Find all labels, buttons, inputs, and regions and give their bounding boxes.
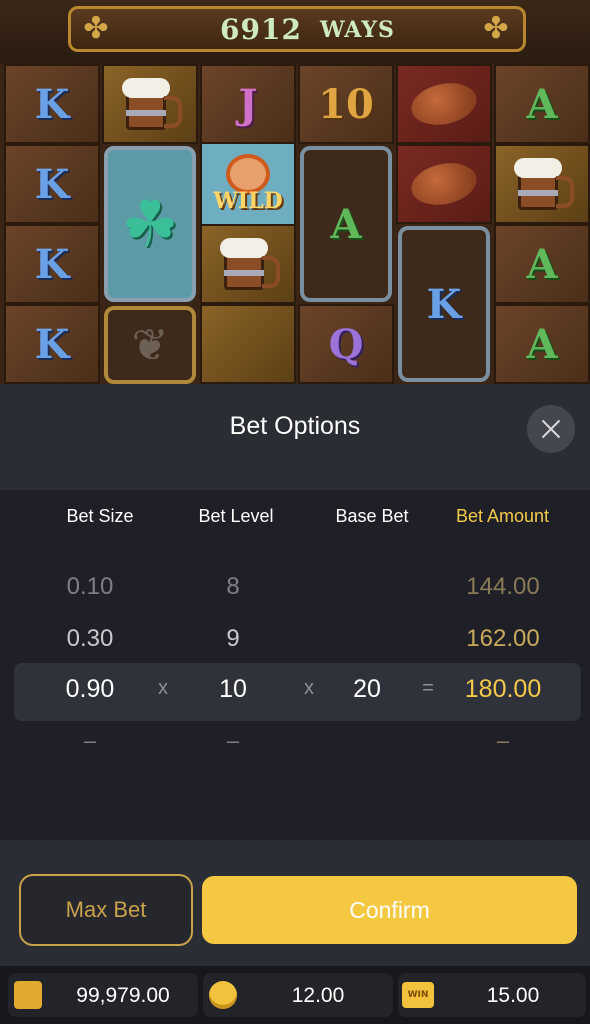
max-bet-button[interactable]: Max Bet [19, 874, 193, 946]
selected-base-bet: 20 [353, 675, 381, 703]
reels: K K K K ☘ ❦ J WILD 10 A Q K A A A [4, 64, 590, 384]
win-box: WIN 15.00 [398, 973, 586, 1017]
header-base-bet: Base Bet [335, 506, 409, 526]
beer-mug-icon [512, 156, 574, 212]
multiply-sign: x [158, 677, 168, 699]
symbol-cell [494, 144, 590, 224]
shamrock-icon: ☘ [121, 187, 179, 260]
symbol-k: K [34, 80, 70, 128]
bet-amount-option[interactable]: 144.00 [453, 573, 553, 601]
slot-game-area: ✤ 6912 WAYS ✤ K K K K ☘ ❦ J WILD 10 A Q … [0, 0, 590, 384]
symbol-cell: J [200, 64, 296, 144]
clover-ornament-icon: ✤ [83, 12, 109, 45]
bread-icon [407, 77, 481, 131]
symbol-cell: 10 [298, 64, 394, 144]
symbol-cell-tall: K [398, 226, 490, 382]
symbol-a: A [330, 200, 362, 248]
symbol-k: K [34, 160, 70, 208]
selected-bet-size[interactable]: 0.90 [40, 675, 140, 704]
symbol-cell: A [494, 224, 590, 304]
win-icon: WIN [402, 982, 434, 1008]
symbol-cell: Q [298, 304, 394, 384]
bet-level-option[interactable]: 8 [183, 573, 283, 601]
equals-sign: = [422, 677, 434, 699]
reel-2: ☘ ❦ [102, 64, 198, 384]
selected-bet-amount[interactable]: 180.00 [453, 675, 553, 704]
symbol-cell-tall: ☘ [104, 146, 196, 302]
reel-5: K [396, 64, 492, 384]
symbol-cell: K [4, 144, 100, 224]
symbol-q: Q [328, 320, 364, 368]
ways-label: WAYS [320, 17, 395, 43]
symbol-a: A [526, 320, 558, 368]
symbol-cell [200, 304, 296, 384]
bet-size-empty: – [83, 728, 97, 753]
bet-amount-option[interactable]: 162.00 [453, 625, 553, 653]
symbol-cell: K [4, 224, 100, 304]
panel-header: Bet Options [0, 384, 590, 490]
wild-symbol: WILD [202, 144, 294, 224]
symbol-cell [396, 144, 492, 224]
header-bet-level: Bet Level [198, 506, 274, 526]
symbol-cell: ❦ [104, 306, 196, 384]
wallet-icon [14, 981, 42, 1009]
reel-3: J WILD [200, 64, 296, 384]
header-bet-size: Bet Size [66, 506, 134, 526]
ways-count: 6912 [220, 13, 302, 46]
bet-amount-empty: – [496, 728, 510, 753]
selected-bet-level[interactable]: 10 [183, 675, 283, 704]
bet-size-option[interactable]: 0.10 [40, 573, 140, 601]
symbol-cell: K [4, 64, 100, 144]
clover-ornament-icon: ✤ [483, 12, 509, 45]
reel-1: K K K K [4, 64, 100, 384]
symbol-cell: A [494, 64, 590, 144]
beer-mug-icon [218, 236, 280, 292]
status-bar: 99,979.00 12.00 WIN 15.00 [0, 966, 590, 1024]
close-button[interactable] [527, 405, 575, 453]
symbol-k: K [34, 320, 70, 368]
symbol-k: K [426, 280, 462, 328]
header-bet-amount: Bet Amount [455, 506, 550, 526]
bet-value: 12.00 [291, 984, 345, 1007]
symbol-a: A [526, 80, 558, 128]
confirm-button[interactable]: Confirm [202, 876, 577, 944]
symbol-k: K [34, 240, 70, 288]
balance-box: 99,979.00 [8, 973, 198, 1017]
balance-value: 99,979.00 [76, 984, 170, 1007]
symbol-cell: A [494, 304, 590, 384]
bread-icon [407, 157, 481, 211]
symbol-10: 10 [318, 80, 374, 128]
bet-level-option[interactable]: 9 [183, 625, 283, 653]
symbol-cell: K [4, 304, 100, 384]
symbol-j: J [238, 80, 258, 128]
symbol-cell-tall: A [300, 146, 392, 302]
bet-options-panel: Bet Options Bet Size Bet Level Base Bet … [0, 384, 590, 1024]
bet-level-empty: – [226, 728, 240, 753]
symbol-cell [396, 64, 492, 144]
beer-mug-icon [120, 76, 182, 132]
symbol-cell [102, 64, 198, 144]
symbol-a: A [526, 240, 558, 288]
reel-6: A A A [494, 64, 590, 384]
panel-title: Bet Options [229, 412, 361, 440]
dragon-ghost-icon: ❦ [131, 320, 169, 370]
wild-label: WILD [213, 188, 283, 214]
bet-box: 12.00 [203, 973, 393, 1017]
coin-stack-icon [209, 981, 237, 1009]
reel-4: 10 A Q [298, 64, 394, 384]
win-value: 15.00 [486, 984, 540, 1007]
ways-banner: ✤ 6912 WAYS ✤ [0, 0, 590, 64]
bet-size-option[interactable]: 0.30 [40, 625, 140, 653]
symbol-cell [200, 224, 296, 304]
symbol-cell: WILD [200, 144, 296, 224]
